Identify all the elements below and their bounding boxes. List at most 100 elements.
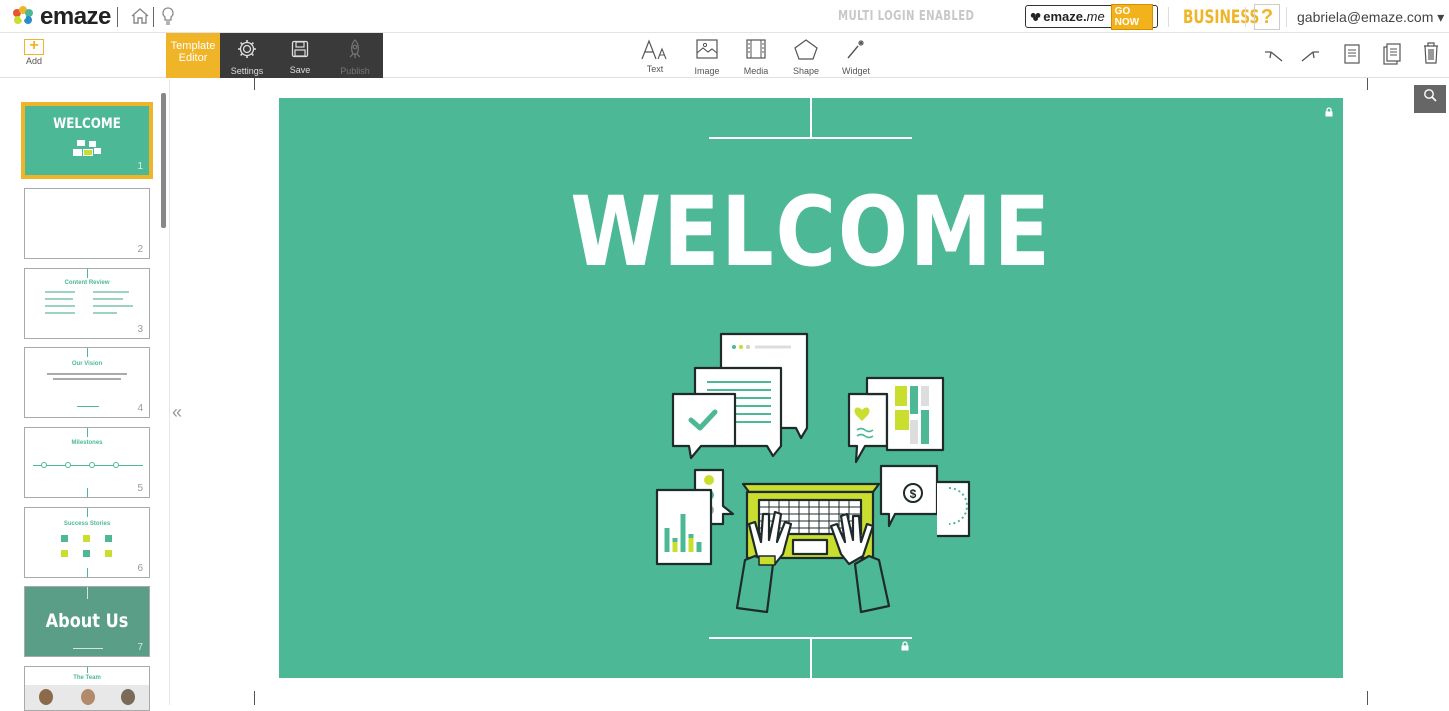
plan-badge[interactable]: BUSINESS	[1183, 6, 1259, 28]
publish-button[interactable]: Publish	[338, 33, 372, 76]
slide-number: 5	[137, 483, 143, 494]
rocket-icon	[349, 39, 361, 58]
magnifier-icon	[1424, 89, 1437, 102]
slide-thumbnail-1[interactable]: WELCOME 1	[21, 102, 153, 179]
thumbnail-content	[45, 291, 135, 321]
slide-thumbnail-2[interactable]: 2	[24, 188, 150, 259]
zoom-button[interactable]	[1414, 85, 1446, 113]
divider	[709, 137, 912, 139]
notes-icon[interactable]	[1343, 43, 1361, 65]
divider	[1245, 7, 1246, 27]
duplicate-icon[interactable]	[1382, 42, 1402, 66]
thumbnails-scrollbar[interactable]	[161, 93, 166, 228]
image-label: Image	[694, 66, 720, 76]
magic-wand-icon	[847, 40, 864, 59]
divider	[1168, 7, 1169, 27]
go-now-badge: GO NOW	[1110, 3, 1153, 30]
avatar	[39, 689, 53, 705]
slide-thumbnail-6[interactable]: Success Stories 6	[24, 507, 150, 578]
thumbnail-title: Success Stories	[63, 521, 111, 527]
thumbnail-title: The Team	[73, 675, 101, 681]
user-menu[interactable]: gabriela@emaze.com ▾	[1297, 9, 1444, 26]
template-label-line1: Template	[170, 40, 216, 52]
divider	[810, 98, 812, 137]
avatar	[121, 689, 135, 705]
redo-icon[interactable]	[1298, 43, 1322, 65]
emaze-logo[interactable]: emaze	[8, 5, 111, 29]
svg-text:$: $	[910, 487, 917, 501]
lock-icon[interactable]	[1324, 107, 1334, 117]
divider	[1286, 7, 1287, 27]
plus-icon: +	[24, 38, 44, 55]
lock-icon[interactable]	[900, 641, 910, 651]
slide-thumbnail-4[interactable]: Our Vision 4	[24, 347, 150, 418]
trash-icon[interactable]	[1422, 41, 1440, 65]
text-icon	[641, 39, 667, 60]
media-label: Media	[743, 66, 769, 76]
film-icon	[746, 39, 766, 59]
image-tool[interactable]: Image	[690, 33, 724, 76]
slide-number: 1	[137, 161, 143, 172]
text-label: Text	[646, 64, 664, 74]
widget-tool[interactable]: Widget	[838, 33, 874, 76]
widget-label: Widget	[841, 66, 870, 76]
laptop-illustration[interactable]: $	[651, 328, 973, 618]
divider	[153, 7, 154, 27]
editor-toolbar: + Add Template Editor Settings Save Publ…	[0, 33, 1449, 78]
emaze-me-suffix: me	[1086, 9, 1105, 24]
top-bar: emaze MULTI LOGIN ENABLED emaze.me GO NO…	[0, 0, 1449, 33]
undo-icon[interactable]	[1262, 43, 1286, 65]
logo-text: emaze	[40, 3, 111, 30]
canvas-corner	[1367, 78, 1377, 90]
thumbnail-illustration	[73, 138, 101, 158]
slide-thumbnails-panel: WELCOME 1 2 Content Review 3 Our Vision …	[0, 79, 170, 711]
thumbnail-title: Our Vision	[71, 361, 103, 367]
lightbulb-icon[interactable]	[156, 4, 180, 28]
thumbnail-title: WELCOME	[53, 116, 121, 132]
slide-canvas[interactable]: WELCOME $	[279, 98, 1343, 678]
media-tool[interactable]: Media	[738, 33, 774, 76]
settings-label: Settings	[230, 66, 264, 76]
add-label: Add	[25, 56, 42, 66]
divider	[117, 7, 118, 27]
slide-number: 4	[137, 403, 143, 414]
save-button[interactable]: Save	[283, 33, 317, 75]
template-editor-tab[interactable]: Template Editor	[166, 33, 227, 78]
slide-number: 2	[137, 244, 143, 255]
canvas-corner	[254, 78, 264, 90]
save-icon	[291, 40, 309, 58]
emaze-me-brand: emaze.	[1043, 9, 1087, 24]
thumbnail-title: Milestones	[71, 440, 103, 446]
thumbnail-title: About Us	[45, 610, 129, 632]
thumbnail-title: Content Review	[64, 280, 110, 286]
settings-button[interactable]: Settings	[230, 33, 264, 76]
add-slide-button[interactable]: + Add	[17, 33, 51, 66]
pentagon-icon	[794, 39, 818, 60]
avatar	[81, 689, 95, 705]
help-button[interactable]: ?	[1254, 4, 1280, 30]
emaze-flower-icon	[13, 6, 33, 24]
slide-heading[interactable]: WELCOME	[353, 176, 1268, 288]
slide-number: 6	[137, 563, 143, 574]
gear-icon	[238, 40, 256, 58]
canvas-corner	[1367, 691, 1377, 705]
editor-actions: Settings Save Publish	[220, 33, 383, 78]
canvas-corner	[254, 691, 264, 705]
image-icon	[696, 39, 718, 59]
home-icon[interactable]	[128, 4, 152, 28]
slide-thumbnail-3[interactable]: Content Review 3	[24, 268, 150, 339]
shape-label: Shape	[792, 66, 820, 76]
divider	[810, 639, 812, 678]
collapse-panel-icon[interactable]: «	[172, 402, 182, 423]
emaze-flower-icon	[1030, 12, 1041, 21]
publish-label: Publish	[340, 66, 370, 76]
text-tool[interactable]: Text	[637, 33, 673, 74]
emaze-me-button[interactable]: emaze.me GO NOW	[1025, 3, 1158, 30]
slide-thumbnail-5[interactable]: Milestones 5	[24, 427, 150, 498]
slide-thumbnail-8[interactable]: The Team	[24, 666, 150, 711]
slide-number: 3	[137, 324, 143, 335]
slide-thumbnail-7[interactable]: About Us 7	[24, 586, 150, 657]
multi-login-status: MULTI LOGIN ENABLED	[838, 9, 975, 24]
template-label-line2: Editor	[178, 52, 208, 64]
shape-tool[interactable]: Shape	[788, 33, 824, 76]
